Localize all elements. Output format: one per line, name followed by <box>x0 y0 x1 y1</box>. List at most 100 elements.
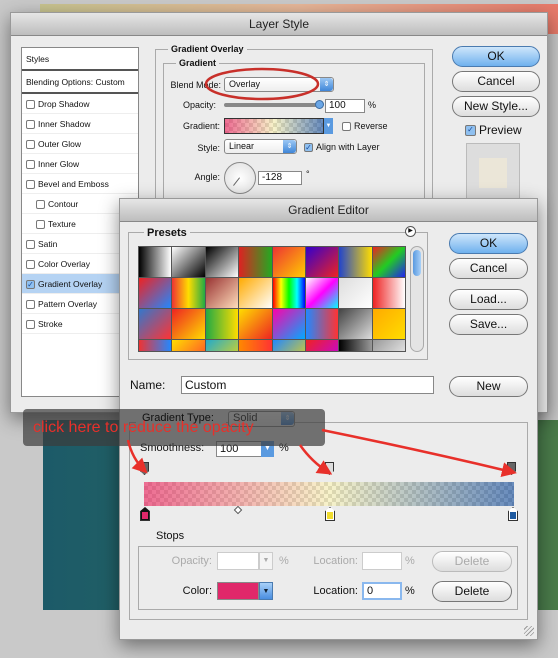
layer-style-title: Layer Style <box>11 13 547 36</box>
color-location-field[interactable]: 0 <box>362 582 402 600</box>
preview-checkbox[interactable]: ✓ Preview <box>465 123 522 137</box>
preset-swatch[interactable] <box>205 247 239 277</box>
preset-swatch[interactable] <box>305 309 339 339</box>
preset-swatch[interactable] <box>339 247 372 277</box>
presets-scrollbar[interactable] <box>410 246 424 352</box>
style-item[interactable]: Inner Shadow <box>22 114 138 134</box>
style-item[interactable]: Inner Glow <box>22 154 138 174</box>
style-item-label: Texture <box>48 219 76 229</box>
gradient-ok-button[interactable]: OK <box>449 233 528 254</box>
blend-mode-select[interactable]: Overlay ⇕ <box>224 77 334 92</box>
save-button[interactable]: Save... <box>449 314 528 335</box>
resize-grip-icon[interactable] <box>524 626 534 636</box>
checkbox-icon[interactable] <box>26 180 35 190</box>
opacity-field[interactable]: 100 <box>325 99 365 113</box>
new-gradient-button[interactable]: New <box>449 376 528 397</box>
preset-swatch[interactable] <box>372 340 405 351</box>
style-item-label: Gradient Overlay <box>38 279 103 289</box>
gradient-preview[interactable] <box>224 118 324 134</box>
scrollbar-thumb[interactable] <box>413 250 421 276</box>
presets-menu-button[interactable]: ▶ <box>405 226 416 237</box>
preset-swatch[interactable] <box>139 247 172 277</box>
preset-swatch[interactable] <box>339 309 372 339</box>
checkbox-icon[interactable] <box>26 140 35 150</box>
checkbox-icon[interactable] <box>26 240 35 250</box>
stop-color-swatch[interactable] <box>217 582 259 600</box>
preset-swatch[interactable] <box>272 247 305 277</box>
styles-header[interactable]: Styles <box>22 48 138 71</box>
blending-options[interactable]: Blending Options: Custom <box>22 71 138 94</box>
preset-swatch[interactable] <box>305 247 339 277</box>
delete-opacity-stop-button[interactable]: Delete <box>432 551 512 572</box>
percent-sign: % <box>368 100 377 110</box>
preset-swatch[interactable] <box>305 340 339 351</box>
preset-swatch[interactable] <box>139 340 172 351</box>
style-item-label: Drop Shadow <box>38 99 90 109</box>
checkbox-icon[interactable] <box>26 120 35 130</box>
preset-swatch[interactable] <box>172 340 205 351</box>
align-with-layer-checkbox[interactable]: ✓ Align with Layer <box>304 142 380 153</box>
checkbox-icon[interactable] <box>36 200 45 210</box>
style-select[interactable]: Linear ⇕ <box>224 139 297 154</box>
new-style-button[interactable]: New Style... <box>452 96 540 117</box>
gradient-bar[interactable] <box>144 482 514 506</box>
name-field[interactable]: Custom <box>181 376 434 394</box>
style-item[interactable]: Outer Glow <box>22 134 138 154</box>
preset-swatch[interactable] <box>205 309 239 339</box>
opacity-location-field[interactable] <box>362 552 402 570</box>
preset-swatch[interactable] <box>372 278 405 308</box>
preset-swatch[interactable] <box>372 309 405 339</box>
preset-swatch[interactable] <box>139 278 172 308</box>
preset-swatch[interactable] <box>272 309 305 339</box>
preset-swatch[interactable] <box>239 278 272 308</box>
checkbox-icon[interactable] <box>26 100 35 110</box>
style-item[interactable]: Drop Shadow <box>22 94 138 114</box>
checkbox-icon[interactable] <box>26 160 35 170</box>
checkbox-icon[interactable]: ✓ <box>26 280 35 290</box>
preset-swatch[interactable] <box>305 278 339 308</box>
preset-swatch[interactable] <box>239 247 272 277</box>
layer-style-ok-button[interactable]: OK <box>452 46 540 67</box>
gradient-dropdown[interactable]: ▼ <box>324 118 333 134</box>
layer-style-cancel-button[interactable]: Cancel <box>452 71 540 92</box>
preset-swatch[interactable] <box>239 340 272 351</box>
checkbox-icon[interactable] <box>36 220 45 230</box>
delete-color-stop-button[interactable]: Delete <box>432 581 512 602</box>
gradient-editor-title: Gradient Editor <box>120 199 537 222</box>
preset-swatch[interactable] <box>372 247 405 277</box>
style-item-label: Color Overlay <box>38 259 90 269</box>
style-item[interactable]: Bevel and Emboss <box>22 174 138 194</box>
preset-swatch[interactable] <box>272 278 305 308</box>
preset-swatch[interactable] <box>139 309 172 339</box>
angle-field[interactable]: -128 <box>258 171 302 185</box>
preset-swatch[interactable] <box>205 340 239 351</box>
preset-swatch[interactable] <box>239 309 272 339</box>
color-location-label: Location: <box>313 585 358 597</box>
stop-color-dropdown[interactable]: ▼ <box>259 582 273 600</box>
gradient-cancel-button[interactable]: Cancel <box>449 258 528 279</box>
preset-swatch[interactable] <box>339 340 372 351</box>
slider-thumb[interactable] <box>315 100 324 109</box>
checkbox-icon[interactable] <box>26 300 35 310</box>
angle-dial[interactable] <box>224 162 256 194</box>
checkbox-icon[interactable] <box>26 320 35 330</box>
style-item-label: Pattern Overlay <box>38 299 98 309</box>
style-item-label: Stroke <box>38 319 63 329</box>
opacity-slider[interactable] <box>224 100 324 109</box>
preset-swatch[interactable] <box>339 278 372 308</box>
load-button[interactable]: Load... <box>449 289 528 310</box>
gradient-type-label: Gradient Type: <box>142 412 214 424</box>
preset-swatch[interactable] <box>272 340 305 351</box>
style-item-label: Inner Glow <box>38 159 80 169</box>
preset-swatch[interactable] <box>205 278 239 308</box>
stop-opacity-dropdown[interactable]: ▼ <box>259 552 273 570</box>
checkbox-icon[interactable] <box>26 260 35 270</box>
style-item-label: Bevel and Emboss <box>38 179 109 189</box>
preset-swatch[interactable] <box>172 247 205 277</box>
preset-swatch[interactable] <box>172 278 205 308</box>
reverse-checkbox[interactable]: Reverse <box>342 121 388 132</box>
presets-heading: Presets <box>144 227 190 239</box>
stop-opacity-field[interactable] <box>217 552 259 570</box>
degree-sign: ° <box>306 169 310 179</box>
preset-swatch[interactable] <box>172 309 205 339</box>
